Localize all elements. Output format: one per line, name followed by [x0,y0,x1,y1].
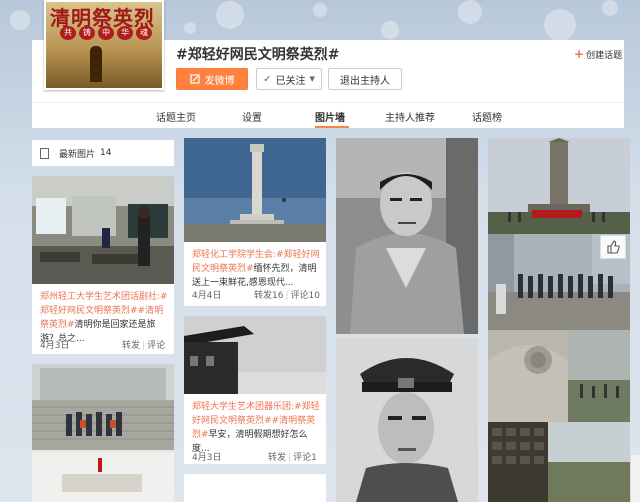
memorial-wall-photo[interactable] [488,422,630,502]
photo-card[interactable] [184,474,326,502]
tab-photo-wall[interactable]: 图片墙 [315,109,345,124]
cover-badge: 中 [98,26,114,40]
cover-badge: 共 [60,26,76,40]
portrait-photo[interactable] [336,138,478,334]
classroom-photo[interactable] [32,176,174,284]
chevron-down-icon: ▼ [309,75,315,83]
monument-photo[interactable] [184,138,326,242]
follow-dropdown-button[interactable]: ✓ 已关注 ▼ [256,68,322,90]
photo-card[interactable] [336,138,478,334]
thumbs-up-icon [607,240,620,254]
photo-card[interactable] [336,338,478,502]
post-author-link[interactable]: 郑轻大学生艺术团器乐团: [192,402,294,412]
comment-link[interactable]: 评论10 [291,291,320,301]
create-topic-label: 创建话题 [586,51,623,61]
comment-link[interactable]: 评论 [147,341,165,351]
photo-card[interactable]: 郑州轻工大学生艺术团话剧社:#郑轻好网民文明祭英烈##清明祭英烈#清明你是回家还… [32,176,174,354]
comment-link[interactable]: 评论1 [293,453,317,463]
create-topic-link[interactable]: + 创建话题 [574,47,622,61]
photo-card[interactable] [488,330,630,422]
plus-icon: + [574,47,585,61]
post-weibo-button[interactable]: 发微博 [176,68,248,90]
photo-card[interactable] [488,422,630,502]
photo-card[interactable] [32,364,174,502]
cover-badges: 共 铸 中 华 魂 [60,26,152,40]
post-weibo-label: 发微博 [204,75,235,87]
repost-link[interactable]: 转发16 [254,291,283,301]
post-actions: 转发16 | 评论10 [254,291,320,301]
document-icon [40,147,49,159]
follow-label: 已关注 [275,75,306,87]
topic-title: #郑轻好网民文明祭英烈# [176,47,340,63]
pen-icon [189,74,200,84]
post-caption: 郑轻化工学院学生会:#郑轻好网民文明祭英烈#缅怀先烈，清明送上一束鲜花,感恩现代… [192,248,320,290]
tab-topic-home[interactable]: 话题主页 [156,109,196,124]
photo-card[interactable]: 郑轻化工学院学生会:#郑轻好网民文明祭英烈#缅怀先烈，清明送上一束鲜花,感恩现代… [184,138,326,306]
portrait-photo[interactable] [336,338,478,502]
rooftop-photo[interactable] [184,316,326,394]
post-author-link[interactable]: 郑州轻工大学生艺术团话剧社: [40,292,160,302]
topic-cover-image[interactable]: 清明祭英烈 共 铸 中 华 魂 [44,0,164,90]
latest-images-label: 最新图片 [59,149,96,160]
post-date: 4月4日 [192,291,222,301]
latest-images-count: 14 [100,148,112,158]
post-caption: 郑轻大学生艺术团器乐团:#郑轻好网民文明祭英烈##清明祭英烈#早安，清明假期想好… [192,400,320,456]
photo-card[interactable]: 郑轻大学生艺术团器乐团:#郑轻好网民文明祭英烈##清明祭英烈#早安，清明假期想好… [184,316,326,464]
cover-badge: 铸 [79,26,95,40]
topic-tabs: 话题主页 设置 图片墙 主持人推荐 话题榜 [32,102,624,128]
active-tab-indicator [315,126,349,128]
photo-card[interactable] [488,138,630,234]
memorial-tower-photo[interactable] [488,138,630,234]
post-actions: 转发 | 评论 [122,341,166,351]
quit-host-label: 退出主持人 [340,75,390,87]
tab-topic-ranking[interactable]: 话题榜 [472,109,502,124]
check-icon: ✓ [263,73,272,85]
scrollbar[interactable] [630,455,640,502]
post-date: 4月3日 [40,341,70,351]
repost-link[interactable]: 转发 [122,341,140,351]
post-date: 4月3日 [192,453,222,463]
soldier-figure [90,46,102,82]
latest-images-header: 最新图片 14 [32,140,174,166]
memorial-emblem-photo[interactable] [488,330,630,422]
cover-badge: 华 [117,26,133,40]
tab-host-recommend[interactable]: 主持人推荐 [385,109,435,124]
like-thumb-button[interactable] [600,235,626,259]
quit-host-button[interactable]: 退出主持人 [328,68,402,90]
group-photo[interactable] [32,364,174,502]
post-author-link[interactable]: 郑轻化工学院学生会: [192,250,276,260]
post-actions: 转发 | 评论1 [268,453,317,463]
repost-link[interactable]: 转发 [268,453,286,463]
cover-badge: 魂 [136,26,152,40]
tab-settings[interactable]: 设置 [242,109,262,124]
